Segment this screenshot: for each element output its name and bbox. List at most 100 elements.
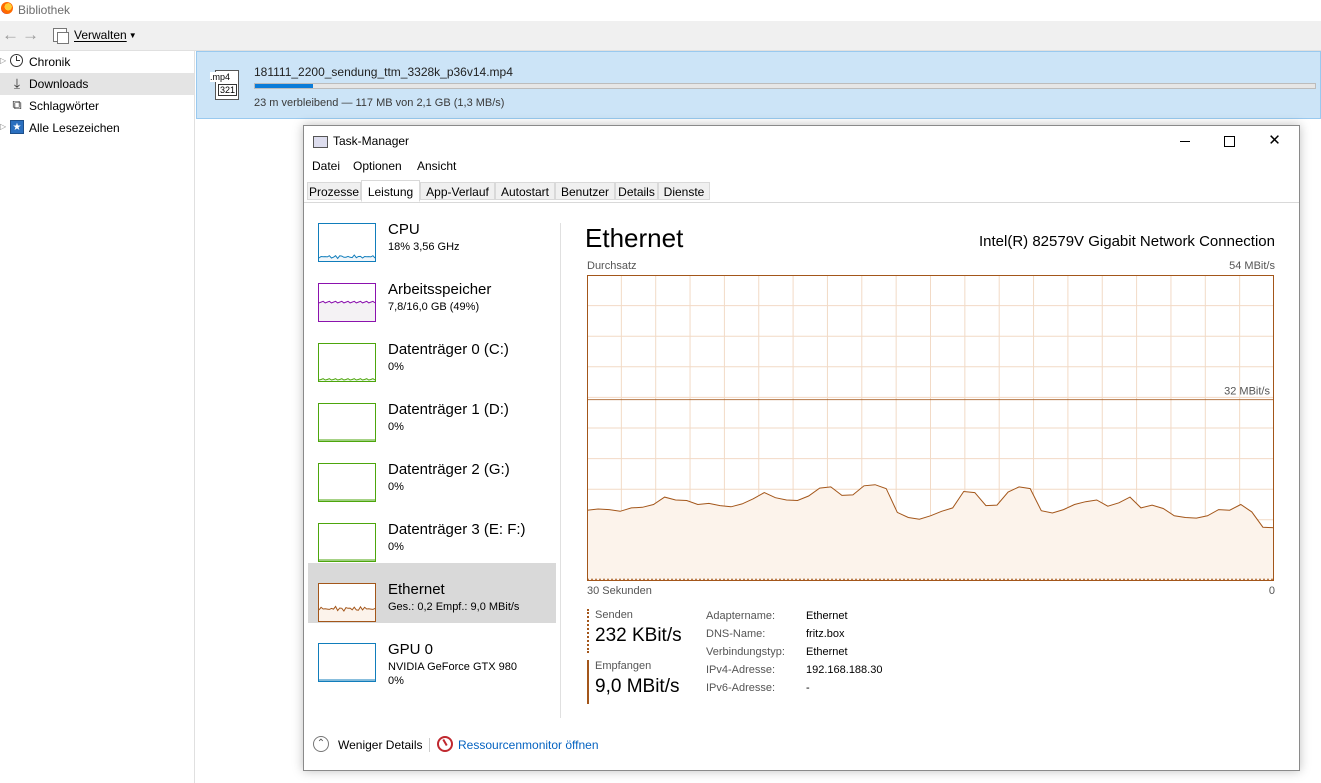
tab-dienste[interactable]: Dienste: [658, 182, 710, 200]
tm-titlebar[interactable]: Task-Manager ✕: [304, 126, 1299, 156]
download-status: 23 m verbleibend — 117 MB von 2,1 GB (1,…: [254, 97, 505, 109]
perf-sparkline: [319, 679, 375, 681]
graph-max-label: 54 MBit/s: [1229, 260, 1275, 272]
perf-item-sub: 0%: [388, 481, 404, 493]
star-icon: ★: [10, 120, 24, 134]
perf-sparkline: [319, 300, 375, 321]
tab-app-verlauf[interactable]: App-Verlauf: [420, 182, 495, 200]
minimize-icon: [1179, 141, 1190, 143]
perf-thumbnail: [318, 403, 376, 442]
sidebar-item-schlagwoerter[interactable]: ⧉ Schlagwörter: [0, 95, 194, 117]
download-arrow-icon: ⤓: [13, 75, 21, 91]
throughput-label: Durchsatz: [587, 260, 637, 272]
perf-item-sub: NVIDIA GeForce GTX 980: [388, 661, 517, 673]
task-manager-icon: [313, 136, 328, 148]
perf-thumbnail: [318, 283, 376, 322]
throughput-graph: 32 MBit/s: [587, 275, 1274, 581]
panel-divider: [560, 223, 561, 718]
library-titlebar: Bibliothek: [0, 0, 1321, 20]
perf-thumbnail: [318, 343, 376, 382]
receive-value: 9,0 MBit/s: [595, 676, 680, 697]
tab-benutzer[interactable]: Benutzer: [555, 182, 615, 200]
video-file-icon: .mp4 321: [210, 70, 239, 100]
perf-item-datentraeger-2[interactable]: Datenträger 2 (G:) 0%: [308, 443, 556, 503]
organize-button[interactable]: Verwalten ▼: [74, 28, 137, 42]
perf-item-ethernet[interactable]: Ethernet Ges.: 0,2 Empf.: 9,0 MBit/s: [308, 563, 556, 623]
download-list-item[interactable]: .mp4 321 181111_2200_sendung_ttm_3328k_p…: [196, 51, 1321, 119]
download-progress-fill: [255, 84, 314, 88]
perf-sparkline: [319, 378, 375, 381]
library-toolbar: ← → Verwalten ▼: [0, 21, 1321, 51]
perf-item-name: Datenträger 0 (C:): [388, 341, 509, 358]
adapter-name: Intel(R) 82579V Gigabit Network Connecti…: [979, 233, 1275, 250]
minimize-button[interactable]: [1162, 126, 1207, 156]
perf-item-sub: 7,8/16,0 GB (49%): [388, 301, 480, 313]
footer-separator: [429, 738, 430, 752]
menu-optionen[interactable]: Optionen: [353, 159, 402, 173]
sidebar-item-chronik[interactable]: ▷ Chronik: [0, 51, 194, 73]
performance-content: CPU 18% 3,56 GHz Arbeitsspeicher 7,8/16,…: [304, 203, 1299, 723]
performance-resource-list: CPU 18% 3,56 GHz Arbeitsspeicher 7,8/16,…: [308, 203, 558, 723]
property-key: IPv6-Adresse:: [706, 682, 776, 694]
property-value: -: [806, 682, 810, 694]
perf-item-datentraeger-3[interactable]: Datenträger 3 (E: F:) 0%: [308, 503, 556, 563]
send-label: Senden: [595, 609, 633, 621]
perf-item-arbeitsspeicher[interactable]: Arbeitsspeicher 7,8/16,0 GB (49%): [308, 263, 556, 323]
download-progress-bar: [254, 83, 1316, 89]
perf-item-name: Datenträger 2 (G:): [388, 461, 510, 478]
tab-details[interactable]: Details: [615, 182, 658, 200]
perf-thumbnail: [318, 583, 376, 622]
perf-sparkline: [319, 559, 375, 561]
menu-datei[interactable]: Datei: [312, 159, 340, 173]
fewer-details-button[interactable]: Weniger Details: [338, 738, 422, 752]
file-icon-ext: .mp4: [210, 72, 231, 82]
perf-thumbnail: [318, 643, 376, 682]
maximize-button[interactable]: [1207, 126, 1252, 156]
property-value: Ethernet: [806, 610, 848, 622]
perf-item-sub: 0%: [388, 421, 404, 433]
back-arrow-icon[interactable]: ←: [2, 25, 19, 45]
tm-menubar: Datei Optionen Ansicht: [304, 156, 1299, 176]
perf-item-datentraeger-0[interactable]: Datenträger 0 (C:) 0%: [308, 323, 556, 383]
resource-monitor-icon[interactable]: [437, 736, 453, 752]
perf-thumbnail: [318, 223, 376, 262]
close-button[interactable]: ✕: [1252, 126, 1297, 156]
menu-ansicht[interactable]: Ansicht: [417, 159, 456, 173]
perf-sparkline: [319, 254, 375, 261]
perf-sparkline: [319, 439, 375, 441]
perf-item-name: GPU 0: [388, 641, 434, 658]
perf-item-datentraeger-1[interactable]: Datenträger 1 (D:) 0%: [308, 383, 556, 443]
sidebar-item-alle-lesezeichen[interactable]: ▷ ★ Alle Lesezeichen: [0, 117, 194, 139]
tm-footer: ⌃ Weniger Details Ressourcenmonitor öffn…: [304, 731, 1299, 761]
expand-triangle-icon[interactable]: ▷: [0, 122, 6, 131]
perf-item-name: Datenträger 3 (E: F:): [388, 521, 526, 538]
chevron-up-icon[interactable]: ⌃: [313, 736, 329, 752]
expand-triangle-icon[interactable]: ▷: [0, 56, 6, 65]
sparkline-area: [319, 301, 375, 321]
resource-monitor-link[interactable]: Ressourcenmonitor öffnen: [458, 738, 599, 752]
send-value: 232 KBit/s: [595, 625, 682, 646]
graph-time-label: 30 Sekunden: [587, 585, 652, 597]
organize-icon[interactable]: [53, 28, 69, 44]
forward-arrow-icon[interactable]: →: [22, 25, 39, 45]
property-key: Verbindungstyp:: [706, 646, 785, 658]
perf-item-name: Ethernet: [388, 581, 445, 598]
library-sidebar: ▷ Chronik ⤓ Downloads ⧉ Schlagwörter ▷ ★…: [0, 51, 195, 783]
perf-item-cpu[interactable]: CPU 18% 3,56 GHz: [308, 203, 556, 263]
tab-prozesse[interactable]: Prozesse: [307, 182, 361, 200]
perf-item-name: Datenträger 1 (D:): [388, 401, 509, 418]
tab-leistung[interactable]: Leistung: [361, 180, 420, 202]
property-key: IPv4-Adresse:: [706, 664, 776, 676]
caret-down-icon: ▼: [128, 31, 137, 40]
sidebar-item-downloads[interactable]: ⤓ Downloads: [0, 73, 194, 95]
tab-autostart[interactable]: Autostart: [495, 182, 555, 200]
perf-item-sub: 18% 3,56 GHz: [388, 241, 460, 253]
download-filename: 181111_2200_sendung_ttm_3328k_p36v14.mp4: [254, 65, 513, 79]
perf-item-sub: 0%: [388, 541, 404, 553]
property-key: DNS-Name:: [706, 628, 766, 640]
property-value: 192.168.188.30: [806, 664, 883, 676]
tag-icon: ⧉: [12, 97, 22, 112]
close-icon: ✕: [1268, 132, 1281, 149]
perf-item-gpu-0[interactable]: GPU 0 NVIDIA GeForce GTX 980 0%: [308, 623, 556, 687]
library-window-title: Bibliothek: [18, 3, 71, 17]
